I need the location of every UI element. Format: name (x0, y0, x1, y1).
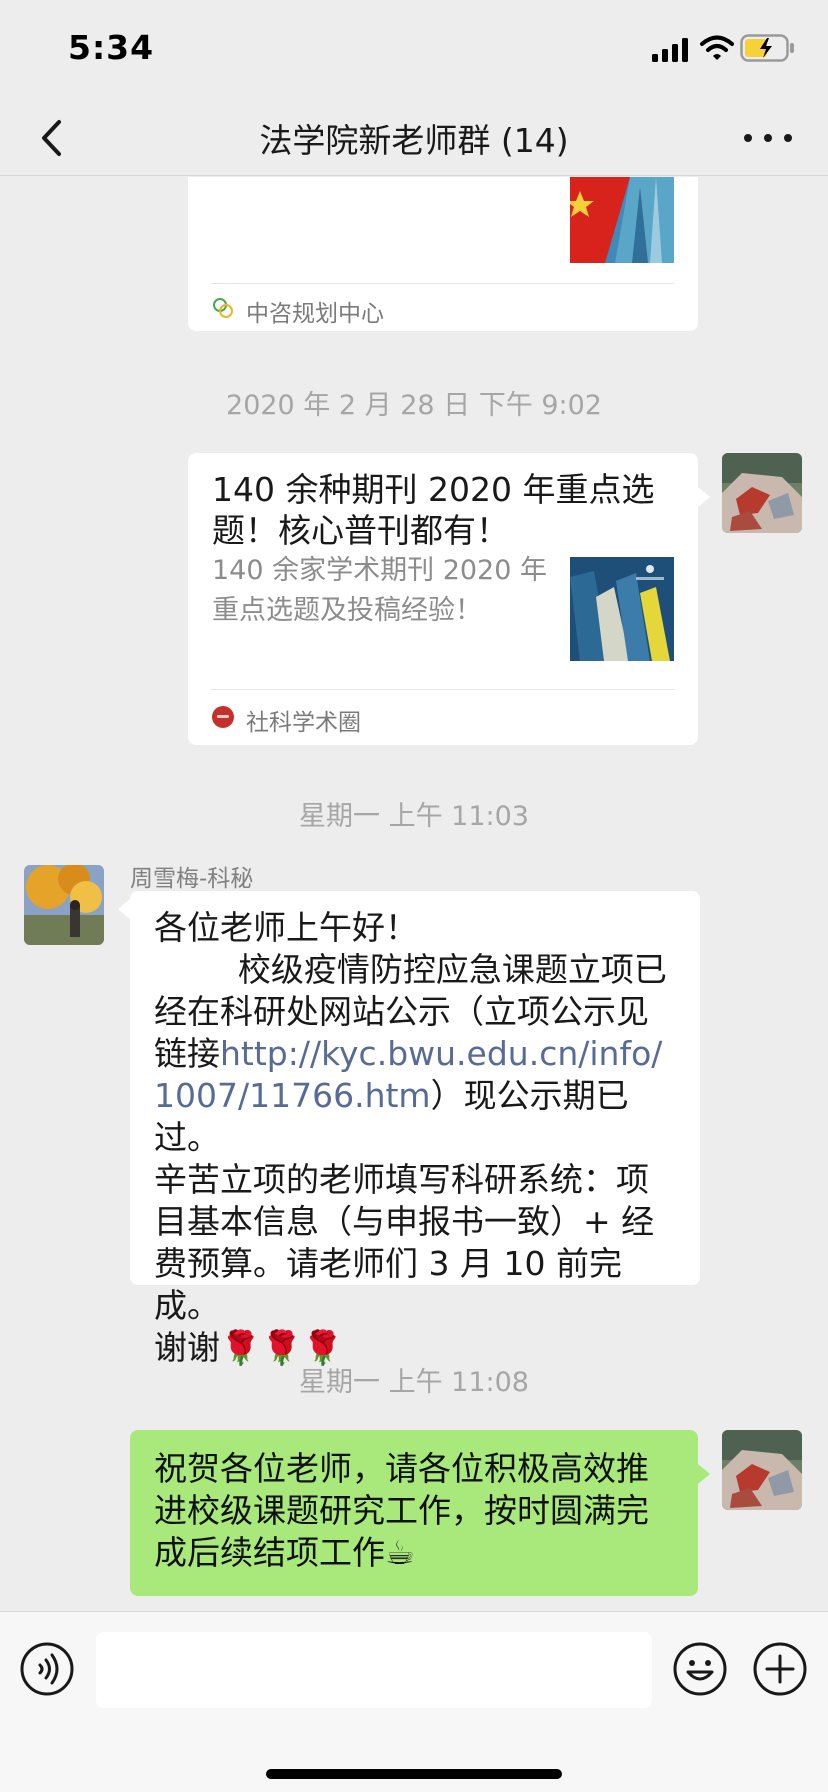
avatar[interactable] (722, 453, 802, 533)
message-line: 1007/11766.htm）现公示期已过。 (154, 1075, 676, 1159)
source-logo-icon (213, 298, 233, 318)
battery-icon (740, 34, 794, 62)
message-line: 费预算。请老师们 3 月 10 前完成。 (154, 1244, 622, 1325)
message-line: 链接http://kyc.bwu.edu.cn/info/ (154, 1033, 676, 1075)
message-line: 成后续结项工作☕ (154, 1533, 415, 1572)
timestamp: 星期一 上午 11:08 (299, 1367, 529, 1398)
bubble-tail (698, 1464, 710, 1484)
more-dots-icon (744, 134, 792, 142)
bubble-tail (698, 487, 710, 507)
message-link[interactable]: 1007/11766.htm (154, 1076, 431, 1115)
bubble-tail (118, 899, 130, 919)
card-title-line: 140 余种期刊 2020 年重点选 (212, 470, 655, 509)
chat-title: 法学院新老师群 (14) (259, 121, 569, 160)
card-divider (211, 283, 674, 284)
avatar[interactable] (722, 1430, 802, 1510)
card-title-line: 题！核心普刊都有！ (212, 511, 509, 550)
plus-icon (753, 1642, 807, 1696)
card-description-line: 重点选题及投稿经验！ (212, 595, 482, 626)
chat-area[interactable]: 中咨规划中心 2020 年 2 月 28 日 下午 9:02 140 余种期刊 … (0, 177, 828, 1611)
message-input[interactable] (96, 1632, 652, 1708)
card-description-line: 140 余家学术期刊 2020 年 (212, 555, 547, 586)
card-divider (211, 689, 674, 690)
timestamp: 2020 年 2 月 28 日 下午 9:02 (226, 390, 602, 421)
message-line: 祝贺各位老师，请各位积极高效推 (154, 1449, 649, 1488)
card-thumbnail (570, 177, 674, 263)
message-line: 辛苦立项的老师填写科研系统：项 (154, 1160, 649, 1199)
voice-icon (20, 1642, 74, 1696)
message-line: 各位老师上午好！ (154, 908, 418, 947)
message-text: 链接 (154, 1034, 220, 1073)
input-bar (0, 1611, 828, 1792)
message-bubble[interactable]: 祝贺各位老师，请各位积极高效推 进校级课题研究工作，按时圆满完 成后续结项工作☕ (130, 1430, 698, 1596)
avatar[interactable] (24, 865, 104, 945)
nav-bar: 法学院新老师群 (14) (0, 100, 828, 176)
plus-button[interactable] (753, 1642, 807, 1696)
voice-button[interactable] (20, 1642, 74, 1696)
message-line: 进校级课题研究工作，按时圆满完 (154, 1491, 649, 1530)
message-link[interactable]: http://kyc.bwu.edu.cn/info/ (220, 1034, 662, 1073)
card-source: 社科学术圈 (246, 710, 361, 736)
signal-icon (652, 38, 688, 62)
status-bar: 5:34 (0, 0, 828, 100)
message-bubble[interactable]: 各位老师上午好！ 校级疫情防控应急课题立项已 经在科研处网站公示（立项公示见 链… (130, 891, 700, 1367)
message-line: 经在科研处网站公示（立项公示见 (154, 992, 649, 1031)
message-line: 目基本信息（与申报书一致）+ 经 (154, 1202, 655, 1241)
more-button[interactable] (736, 116, 800, 160)
emoji-button[interactable] (673, 1642, 727, 1696)
timestamp: 星期一 上午 11:03 (299, 801, 529, 832)
link-card[interactable]: 140 余种期刊 2020 年重点选 题！核心普刊都有！ 140 余家学术期刊 … (188, 453, 698, 745)
message-line: 校级疫情防控应急课题立项已 (154, 950, 667, 989)
wifi-icon (700, 35, 734, 60)
sender-name: 周雪梅-科秘 (130, 866, 254, 892)
home-indicator (266, 1769, 562, 1779)
card-source: 中咨规划中心 (246, 301, 384, 327)
link-card-footer[interactable]: 中咨规划中心 (188, 287, 698, 331)
status-time: 5:34 (68, 28, 155, 67)
card-thumbnail (570, 557, 674, 661)
source-logo-icon (212, 706, 234, 728)
emoji-icon (673, 1642, 727, 1696)
